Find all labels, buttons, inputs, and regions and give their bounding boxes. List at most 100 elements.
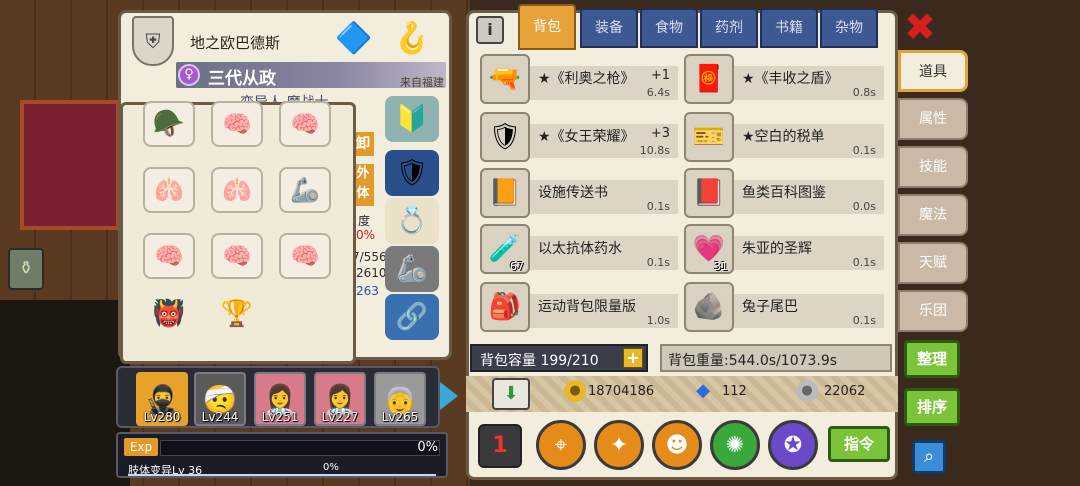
team-member-5[interactable]: 👵 Lv265 (374, 372, 426, 426)
list-item[interactable]: 📕 鱼类百科图鉴 0.0s (684, 168, 884, 218)
team-member-4[interactable]: 👩‍⚕️ Lv227 (314, 372, 366, 426)
brain-slot-icon[interactable]: 🧠 (279, 233, 331, 279)
item-weight: 0.1s (852, 144, 876, 157)
winged-emblem-icon: ⛨ (132, 16, 174, 66)
arm-slot-icon[interactable]: 🦾 (279, 167, 331, 213)
fur-ball-icon: 🪨 (684, 282, 734, 332)
brain-slot-icon[interactable]: 🧠 (211, 101, 263, 147)
expand-capacity-button[interactable]: + (623, 348, 643, 368)
brain-slot-icon[interactable]: 🧠 (279, 101, 331, 147)
close-icon[interactable]: ✖ (904, 8, 936, 46)
list-item[interactable]: 🎫 ★空白的税单 0.1s (684, 112, 884, 162)
item-weight: 0.8s (852, 86, 876, 99)
side-tab-items[interactable]: 道具 (898, 50, 968, 92)
item-weight: 0.1s (646, 200, 670, 213)
item-weight: 0.1s (646, 256, 670, 269)
diamond-icon: ◆ (696, 380, 710, 401)
organ-slot-icon[interactable]: 🫁 (143, 167, 195, 213)
item-plus: +1 (650, 68, 670, 83)
brain-slot-icon[interactable]: 🧠 (211, 233, 263, 279)
item-count: 31 (714, 260, 728, 273)
tab-potion[interactable]: 药剂 (700, 8, 758, 48)
silver-amount: 22062 (824, 384, 866, 399)
implant-green-helmet-icon[interactable]: 🪖 (143, 101, 195, 147)
silver-coin-icon: ● (796, 380, 818, 402)
list-item[interactable]: 🔫 ★《利奥之枪》 +1 6.4s (480, 54, 678, 104)
download-icon[interactable]: ⬇ (492, 378, 530, 410)
face-skill-icon[interactable]: ☻ (652, 420, 702, 470)
tab-food[interactable]: 食物 (640, 8, 698, 48)
team-level: Lv265 (381, 410, 419, 424)
currency-bar: ● 18704186 ◆ 112 ● 22062 (466, 376, 898, 412)
item-name: ★空白的税单 (742, 129, 825, 145)
ring-icon[interactable]: 💍 (385, 198, 439, 244)
list-item[interactable]: 💗 31 朱亚的圣辉 0.1s (684, 224, 884, 274)
item-name: 以太抗体药水 (538, 241, 622, 257)
info-icon[interactable]: i (476, 16, 504, 44)
gem-amulet-icon[interactable]: 🔰 (385, 96, 439, 142)
item-weight: 0.0s (852, 200, 876, 213)
item-weight: 6.4s (646, 86, 670, 99)
command-button[interactable]: 指令 (828, 426, 890, 462)
search-icon[interactable]: ⌕ (912, 440, 946, 474)
tab-equipment[interactable]: 装备 (580, 8, 638, 48)
shuriken-skill-icon[interactable]: ✦ (594, 420, 644, 470)
team-member-3[interactable]: 👩‍⚕️ Lv251 (254, 372, 306, 426)
list-item[interactable]: 🧧 ★《丰收之盾》 0.8s (684, 54, 884, 104)
side-tab-talent[interactable]: 天赋 (898, 242, 968, 284)
item-name: ★《丰收之盾》 (742, 71, 839, 87)
organ-slot-icon[interactable]: 🫁 (211, 167, 263, 213)
exp-bar (160, 440, 440, 456)
brain-slot-icon[interactable]: 🧠 (143, 233, 195, 279)
side-tab-band[interactable]: 乐团 (898, 290, 968, 332)
team-arrow-icon[interactable] (440, 382, 458, 410)
stat-pct: 0% (356, 228, 376, 242)
tab-books[interactable]: 书籍 (760, 8, 818, 48)
weight-text: 背包重量:544.0s/1073.9s (668, 353, 838, 369)
gold-amount: 18704186 (588, 384, 655, 399)
tab-backpack[interactable]: 背包 (518, 4, 576, 50)
background-rug (20, 100, 120, 230)
list-item[interactable]: 🛡 ★《女王荣耀》 +3 10.8s (480, 112, 678, 162)
stat-label: 度 (358, 214, 371, 228)
item-plus: +3 (650, 126, 670, 141)
exp-box: Exp 0% 肢体变异Lv 36 0% (116, 432, 448, 478)
capacity-box: 背包容量 199/210 + (470, 344, 648, 372)
team-level: Lv227 (321, 410, 359, 424)
team-member-2[interactable]: 🤕 Lv244 (194, 372, 246, 426)
gauntlet-icon[interactable]: 🦾 (385, 246, 439, 292)
list-item[interactable]: 🧪 67 以太抗体药水 0.1s (480, 224, 678, 274)
team-member-1[interactable]: 🥷 Lv280 (136, 372, 188, 426)
altar-icon[interactable]: 🔷 (330, 14, 378, 62)
gold-coin-icon: ● (564, 380, 586, 402)
weight-box: 背包重量:544.0s/1073.9s (660, 344, 892, 372)
crosshair-skill-icon[interactable]: ⌖ (536, 420, 586, 470)
star-skill-icon[interactable]: ✪ (768, 420, 818, 470)
sort-button[interactable]: 排序 (904, 388, 960, 426)
background-shadow (0, 300, 130, 486)
item-count: 67 (510, 260, 524, 273)
list-item[interactable]: 🎒 运动背包限量版 1.0s (480, 282, 678, 332)
organize-button[interactable]: 整理 (904, 340, 960, 378)
armor-chest-icon[interactable]: 🛡 (385, 150, 439, 196)
tab-misc[interactable]: 杂物 (820, 8, 878, 48)
character-name: 地之欧巴德斯 (190, 34, 281, 52)
side-tab-magic[interactable]: 魔法 (898, 194, 968, 236)
lantern-icon: ⚱ (8, 248, 44, 290)
team-bar: 🥷 Lv280 🤕 Lv244 👩‍⚕️ Lv251 👩‍⚕️ Lv227 👵 … (116, 366, 440, 428)
origin-label: 来自福建 (400, 76, 444, 89)
item-name: ★《利奥之枪》 (538, 71, 635, 87)
hotkey-button[interactable]: 1 (478, 424, 522, 468)
bracelet-icon[interactable]: 🔗 (385, 294, 439, 340)
exp-pct: 0% (417, 440, 438, 455)
side-tab-attributes[interactable]: 属性 (898, 98, 968, 140)
hanger-icon[interactable]: 🪝 (388, 14, 436, 62)
side-tab-skills[interactable]: 技能 (898, 146, 968, 188)
item-name: 兔子尾巴 (742, 299, 798, 315)
implant-grid: 🪖 🧠 🧠 🫁 🫁 🦾 🧠 🧠 🧠 👹 🏆 (120, 101, 356, 364)
list-item[interactable]: 🪨 兔子尾巴 0.1s (684, 282, 884, 332)
list-item[interactable]: 📙 设施传送书 0.1s (480, 168, 678, 218)
gold-armor-icon[interactable]: 🏆 (211, 291, 263, 337)
demon-mask-icon[interactable]: 👹 (143, 291, 195, 337)
burst-skill-icon[interactable]: ✺ (710, 420, 760, 470)
